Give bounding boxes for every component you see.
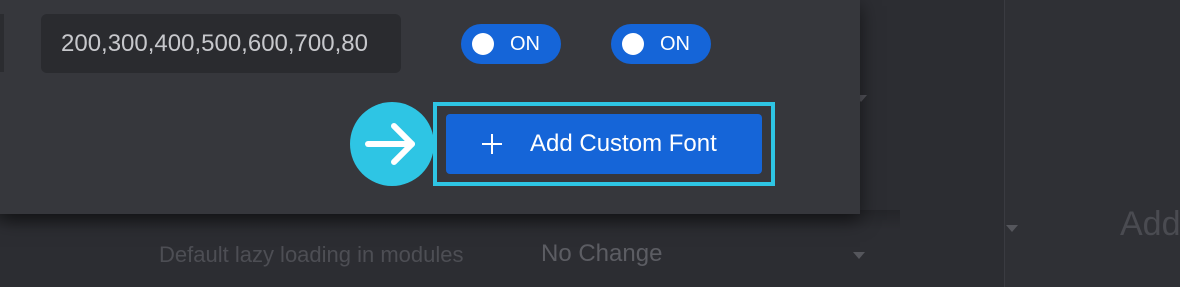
add-custom-font-label: Add Custom Font	[530, 130, 717, 157]
lazy-loading-select[interactable]: No Change	[541, 240, 662, 268]
font-weights-input[interactable]: 200,300,400,500,600,700,80	[41, 14, 401, 73]
background-add-text: Add	[1120, 205, 1180, 243]
previous-field-edge	[0, 14, 4, 72]
background-dropdown-caret-icon	[1006, 225, 1018, 232]
toggle-state-label: ON	[510, 33, 540, 55]
custom-font-modal: 200,300,400,500,600,700,80 ON ON Add Cus…	[0, 0, 860, 214]
toggle-switch-2[interactable]: ON	[611, 24, 711, 64]
toggle-switch-1[interactable]: ON	[461, 24, 561, 64]
background-divider	[1004, 0, 1005, 287]
screen: Add Default lazy loading in modules No C…	[0, 0, 1180, 287]
lazy-loading-dropdown-caret-icon	[853, 252, 865, 259]
toggle-state-label: ON	[660, 33, 690, 55]
arrow-right-icon	[350, 102, 434, 186]
toggle-knob	[472, 33, 494, 55]
plus-icon	[480, 132, 504, 156]
add-custom-font-button[interactable]: Add Custom Font	[446, 114, 762, 174]
toggle-knob	[622, 33, 644, 55]
lazy-loading-label: Default lazy loading in modules	[159, 242, 464, 267]
